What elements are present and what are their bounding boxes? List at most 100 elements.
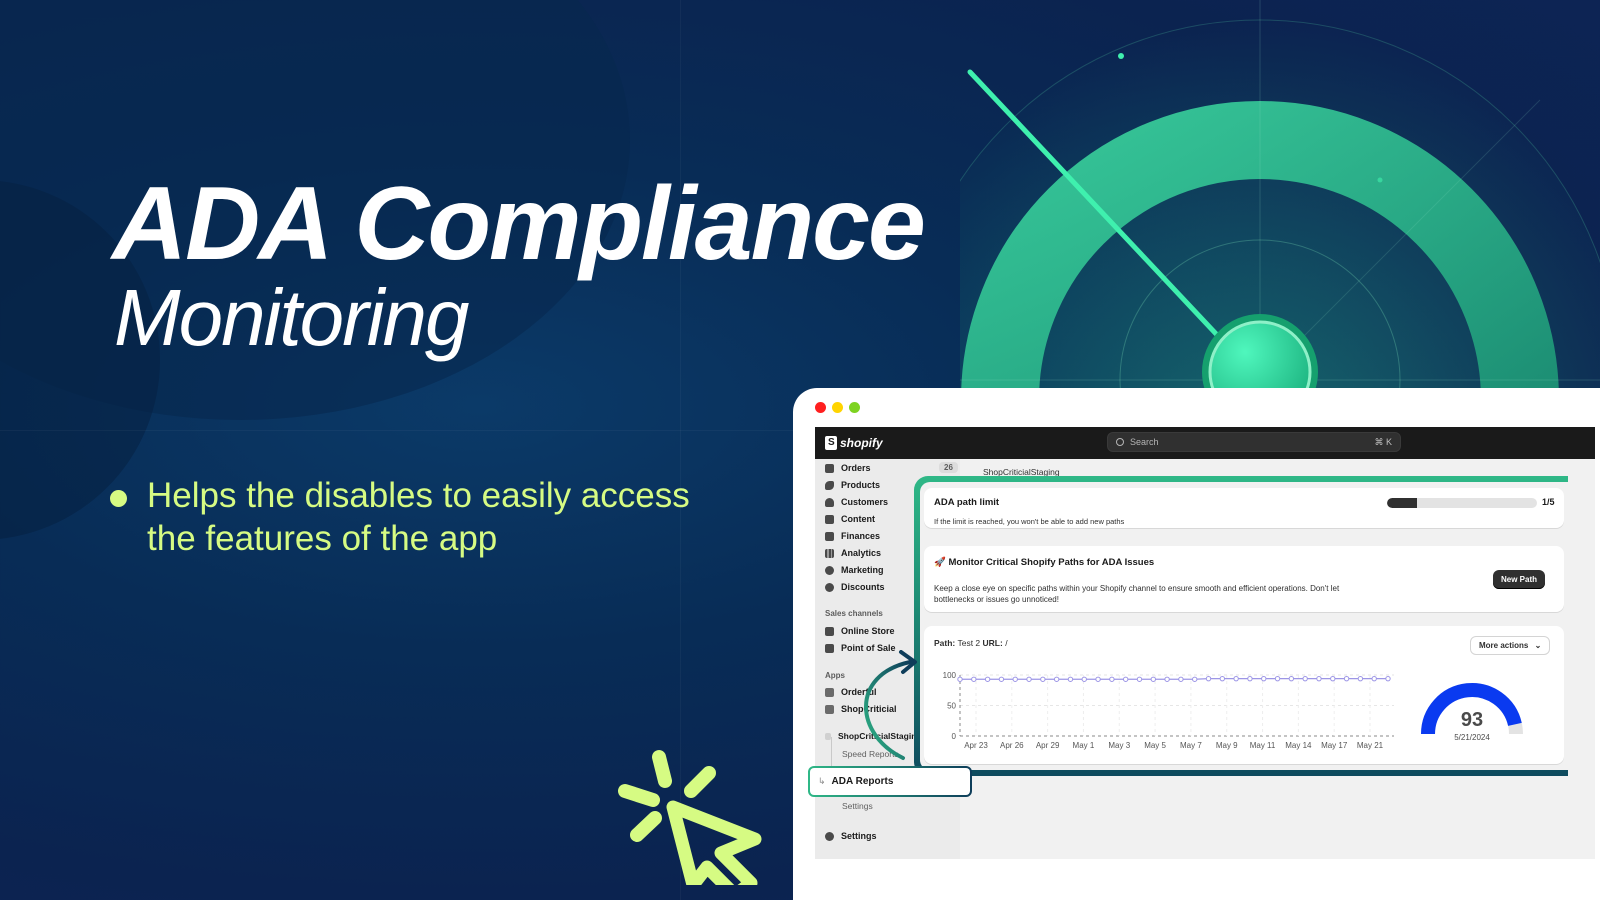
shopify-logo[interactable]: shopify <box>825 436 883 450</box>
sidebar-item-finances[interactable]: Finances <box>825 529 880 543</box>
data-point <box>1385 675 1391 682</box>
data-point <box>1109 676 1115 682</box>
ada-reports-highlight: ↳ ADA Reports <box>808 766 972 797</box>
inbox-icon <box>825 463 834 473</box>
data-point <box>1040 676 1046 682</box>
subitem-arrow-icon: ↳ <box>818 776 826 786</box>
y-tick-label: 50 <box>947 702 956 711</box>
highlight-frame: ADA path limit If the limit is reached, … <box>914 476 1568 776</box>
path-limit-progress-bar <box>1387 498 1537 508</box>
tag-icon <box>825 480 834 490</box>
content-icon <box>825 514 834 524</box>
person-icon <box>825 497 834 507</box>
y-tick-label: 100 <box>943 671 957 680</box>
sidebar-item-discounts[interactable]: Discounts <box>825 580 885 594</box>
discount-icon <box>825 582 834 592</box>
x-tick-label: May 5 <box>1144 741 1166 750</box>
x-tick-label: May 17 <box>1321 741 1348 750</box>
minimize-window-button[interactable] <box>832 402 843 413</box>
data-point <box>984 676 991 682</box>
sidebar-item-online-store[interactable]: Online Store <box>825 624 895 638</box>
app-name: shopify <box>840 436 883 450</box>
path-chart-card: Path: Test 2 URL: / More actions ⌄ 0 50 10… <box>924 626 1564 764</box>
sidebar-subitem-settings[interactable]: Settings <box>842 801 873 811</box>
monitor-title: 🚀 Monitor Critical Shopify Paths for ADA… <box>934 557 1154 568</box>
new-path-button[interactable]: New Path <box>1493 570 1546 589</box>
data-point <box>1316 675 1322 682</box>
sidebar-item-label: Online Store <box>841 626 895 636</box>
sidebar-item-label: Marketing <box>841 565 884 575</box>
sidebar-item-label: Products <box>841 480 881 490</box>
data-point <box>1233 675 1239 682</box>
chevron-down-icon: ⌄ <box>1534 641 1542 650</box>
path-limit-count: 1/5 <box>1542 497 1555 507</box>
y-tick-label: 0 <box>952 732 957 741</box>
data-point <box>957 676 963 682</box>
monitor-card: 🚀 Monitor Critical Shopify Paths for ADA… <box>924 546 1564 612</box>
sidebar-item-label: Finances <box>841 531 881 541</box>
data-point <box>1343 675 1350 682</box>
close-window-button[interactable] <box>815 402 826 413</box>
search-placeholder: Search <box>1130 437 1159 447</box>
sidebar-item-marketing[interactable]: Marketing <box>825 563 884 577</box>
sidebar-item-label: Content <box>841 514 875 524</box>
app-icon <box>825 687 834 697</box>
sidebar-item-customers[interactable]: Customers <box>825 495 888 509</box>
more-actions-label: More actions <box>1479 641 1529 650</box>
data-point <box>1164 676 1170 682</box>
ada-score-gauge: 93 5/21/2024 <box>1421 683 1523 742</box>
data-point <box>1095 676 1101 682</box>
sidebar-item-products[interactable]: Products <box>825 478 880 492</box>
rocket-icon: 🚀 <box>934 557 946 568</box>
x-tick-label: May 7 <box>1180 741 1202 750</box>
store-icon <box>825 626 834 636</box>
data-point <box>1330 675 1336 682</box>
sidebar-item-label: Customers <box>841 497 889 507</box>
sidebar-subitem-ada-reports[interactable]: ↳ ADA Reports <box>810 768 970 795</box>
data-point <box>1192 676 1198 682</box>
target-icon <box>825 565 834 575</box>
data-point <box>1178 676 1184 682</box>
data-point <box>1067 676 1074 682</box>
sidebar-item-label: ADA Reports <box>831 776 894 787</box>
data-point <box>1357 675 1364 682</box>
data-point <box>971 676 977 682</box>
data-point <box>1205 675 1212 682</box>
sidebar-item-label: Orders <box>841 463 871 473</box>
gauge-date: 5/21/2024 <box>1454 733 1490 742</box>
hero-subtitle: Monitoring <box>114 273 470 362</box>
sidebar-item-settings[interactable]: Settings <box>825 829 877 843</box>
data-point <box>1026 676 1032 682</box>
bullet-dot-icon <box>110 490 127 507</box>
path-limit-description: If the limit is reached, you won't be ab… <box>934 517 1125 526</box>
more-actions-button[interactable]: More actions ⌄ <box>1470 636 1551 655</box>
sidebar-item-content[interactable]: Content <box>825 512 875 526</box>
search-input[interactable]: Search ⌘ K <box>1107 432 1401 452</box>
x-tick-label: Apr 29 <box>1036 741 1060 750</box>
sidebar-item-analytics[interactable]: Analytics <box>825 546 881 560</box>
data-point <box>1081 676 1087 682</box>
data-point <box>1012 676 1018 682</box>
apps-heading: Apps <box>825 671 845 680</box>
data-point <box>1150 676 1156 682</box>
cursor-click-icon <box>618 750 762 885</box>
bar-chart-icon <box>825 548 834 558</box>
radar-illustration <box>960 0 1600 400</box>
data-point <box>1247 675 1253 682</box>
x-tick-label: May 9 <box>1216 741 1238 750</box>
gear-icon <box>825 831 834 841</box>
x-tick-label: May 14 <box>1285 741 1312 750</box>
progress-fill <box>1387 498 1417 508</box>
feature-bullet: Helps the disables to easily access the … <box>110 474 747 560</box>
sidebar-item-label: Discounts <box>841 582 885 592</box>
sidebar-item-orders[interactable]: Orders 26 <box>825 461 958 475</box>
sales-channels-heading: Sales channels <box>825 609 883 618</box>
sidebar-item-label: Analytics <box>841 548 882 558</box>
bank-icon <box>825 531 834 541</box>
data-point <box>1261 675 1267 682</box>
ada-score-line-chart: 0 50 100 Apr 23 Apr 26 Apr 29 May 1 May 3 May 5 M… <box>943 671 1394 750</box>
monitor-title-text: Monitor Critical Shopify Paths for ADA I… <box>948 557 1155 568</box>
gauge-value: 93 <box>1461 709 1483 731</box>
orders-count-badge: 26 <box>939 462 958 473</box>
maximize-window-button[interactable] <box>849 402 860 413</box>
